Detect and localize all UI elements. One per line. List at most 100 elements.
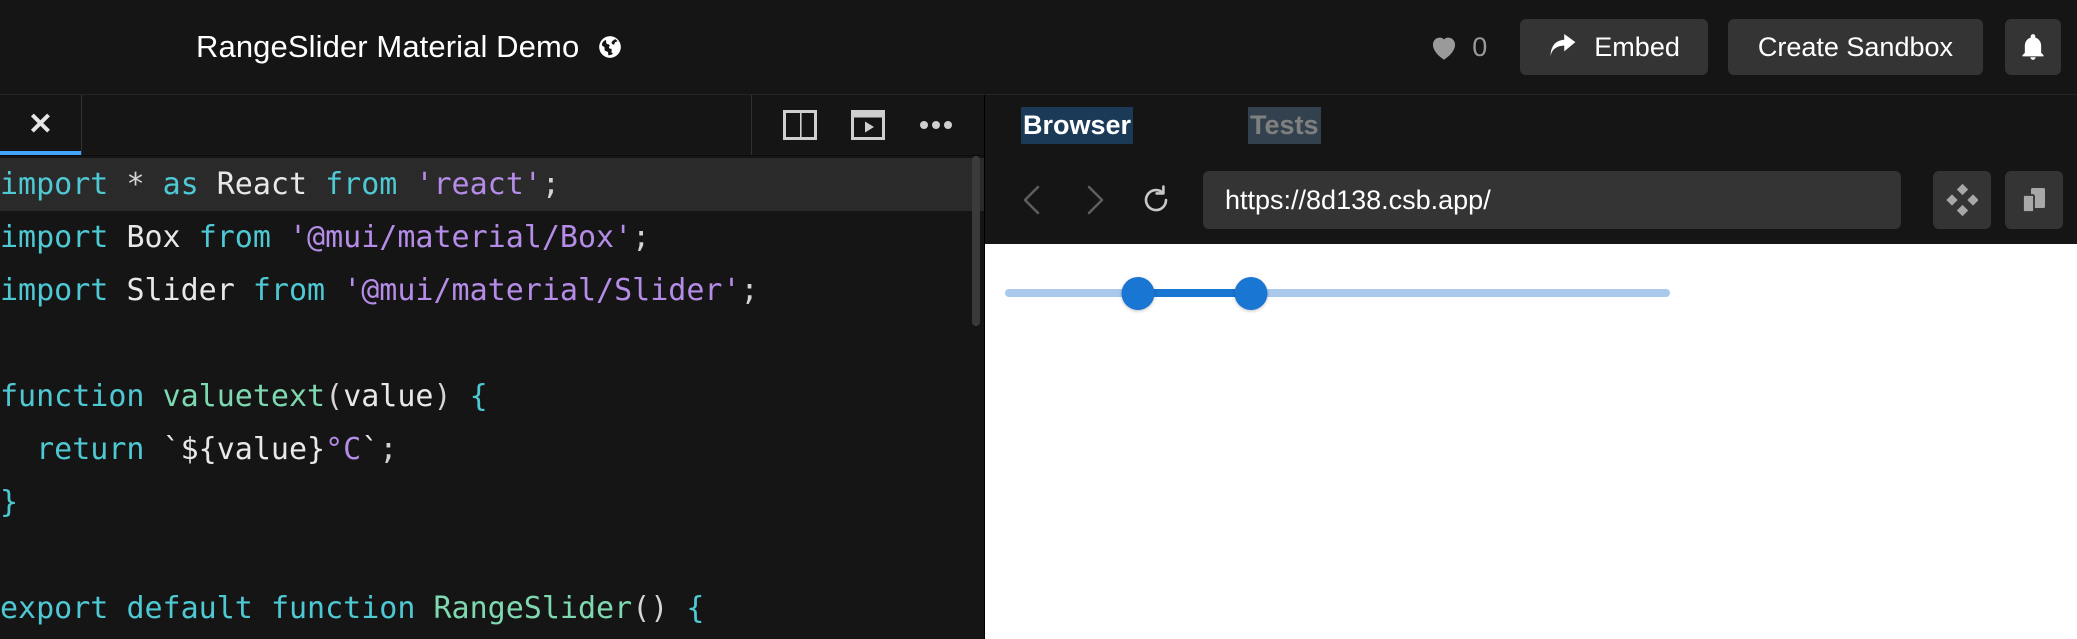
code-token: default (126, 591, 253, 626)
code-token: `${value} (162, 432, 326, 467)
chevron-left-icon (1019, 184, 1045, 216)
codesandbox-app: RangeSlider Material Demo 0 Embed Create… (0, 0, 2077, 639)
code-token: '@mui/material/Box' (289, 220, 633, 255)
code-token: React (216, 167, 308, 202)
code-line[interactable]: function valuetext(value) { (0, 370, 984, 423)
share-arrow-icon (1548, 34, 1578, 60)
code-token: ; (632, 220, 651, 255)
code-token: RangeSlider (433, 591, 633, 626)
code-line[interactable] (0, 317, 984, 370)
like-count: 0 (1472, 31, 1488, 62)
editor-tab-spacer (82, 95, 752, 155)
code-token: ) (433, 379, 470, 414)
bell-icon (2020, 33, 2046, 61)
code-token: Box (126, 220, 181, 255)
code-token: ` (361, 432, 380, 467)
code-token: '@mui/material/Slider' (343, 273, 741, 308)
code-line[interactable]: import * as React from 'react'; (0, 158, 984, 211)
preview-tab-bar: Browser Tests (985, 95, 2077, 156)
top-bar: RangeSlider Material Demo 0 Embed Create… (0, 0, 2077, 95)
code-token: as (162, 167, 199, 202)
embed-button[interactable]: Embed (1520, 19, 1708, 75)
like-group[interactable]: 0 (1429, 32, 1487, 63)
code-token: ; (740, 273, 759, 308)
tab-tests[interactable]: Tests (1248, 107, 1321, 144)
code-token: return (36, 432, 145, 467)
preview-viewport (985, 244, 2077, 639)
code-token: 'react' (415, 167, 542, 202)
range-slider[interactable] (1005, 276, 1670, 310)
create-sandbox-button[interactable]: Create Sandbox (1727, 19, 1983, 75)
slider-rail[interactable] (1005, 289, 1670, 297)
code-token: ; (541, 167, 560, 202)
code-token: export (0, 591, 109, 626)
code-line[interactable] (0, 529, 984, 582)
embed-button-label: Embed (1594, 31, 1680, 62)
browser-back-button[interactable] (1001, 169, 1063, 231)
preview-window-icon[interactable] (834, 95, 902, 156)
browser-forward-button[interactable] (1063, 169, 1125, 231)
browser-toolbar: https://8d138.csb.app/ (985, 156, 2077, 244)
workspace-body: ✕ import * as React from 'react'; import… (0, 95, 2077, 639)
code-line[interactable]: export default function RangeSlider() { (0, 582, 984, 635)
code-token: () (632, 591, 687, 626)
responsive-preview-button[interactable] (2005, 171, 2063, 229)
notifications-button[interactable] (2005, 19, 2061, 75)
code-token: { (686, 591, 705, 626)
page-title: RangeSlider Material Demo (196, 29, 580, 64)
code-editor[interactable]: import * as React from 'react'; import Bo… (0, 156, 984, 639)
code-token: value (343, 379, 434, 414)
heart-icon[interactable] (1429, 34, 1459, 61)
editor-scrollbar-thumb[interactable] (972, 156, 980, 326)
code-line[interactable]: import Slider from '@mui/material/Slider… (0, 264, 984, 317)
editor-scrollbar[interactable] (968, 156, 984, 639)
code-token: ( (325, 379, 344, 414)
top-bar-actions: 0 Embed Create Sandbox (1429, 19, 2077, 75)
globe-icon (597, 34, 623, 60)
editor-actions (752, 95, 984, 155)
editor-tab-close[interactable]: ✕ (0, 95, 82, 155)
slider-thumb-high[interactable] (1234, 276, 1268, 310)
url-text[interactable]: https://8d138.csb.app/ (1225, 185, 1491, 216)
tab-browser[interactable]: Browser (1021, 107, 1134, 144)
editor-pane: ✕ import * as React from 'react'; import… (0, 95, 985, 639)
split-pane-icon[interactable] (766, 95, 834, 156)
url-bar[interactable]: https://8d138.csb.app/ (1203, 171, 1901, 229)
editor-tab-bar: ✕ (0, 95, 984, 156)
active-tab-indicator (0, 151, 81, 155)
code-token: function (270, 591, 416, 626)
code-token: import (0, 273, 109, 308)
more-options-icon[interactable] (902, 95, 970, 156)
code-token: from (325, 167, 398, 202)
code-token: from (198, 220, 271, 255)
create-sandbox-label: Create Sandbox (1757, 31, 1953, 62)
code-token: from (252, 273, 326, 308)
slider-thumb-low[interactable] (1121, 276, 1155, 310)
browser-reload-button[interactable] (1125, 169, 1187, 231)
code-line[interactable]: import Box from '@mui/material/Box'; (0, 211, 984, 264)
code-line[interactable]: } (0, 476, 984, 529)
code-token: function (0, 379, 145, 414)
close-icon[interactable]: ✕ (28, 110, 53, 140)
reload-icon (1140, 184, 1172, 216)
code-line[interactable]: return `${value}°C`; (0, 423, 984, 476)
code-token: } (0, 485, 19, 520)
code-token: valuetext (162, 379, 326, 414)
react-devtools-button[interactable] (1933, 171, 1991, 229)
code-token: import (0, 167, 109, 202)
